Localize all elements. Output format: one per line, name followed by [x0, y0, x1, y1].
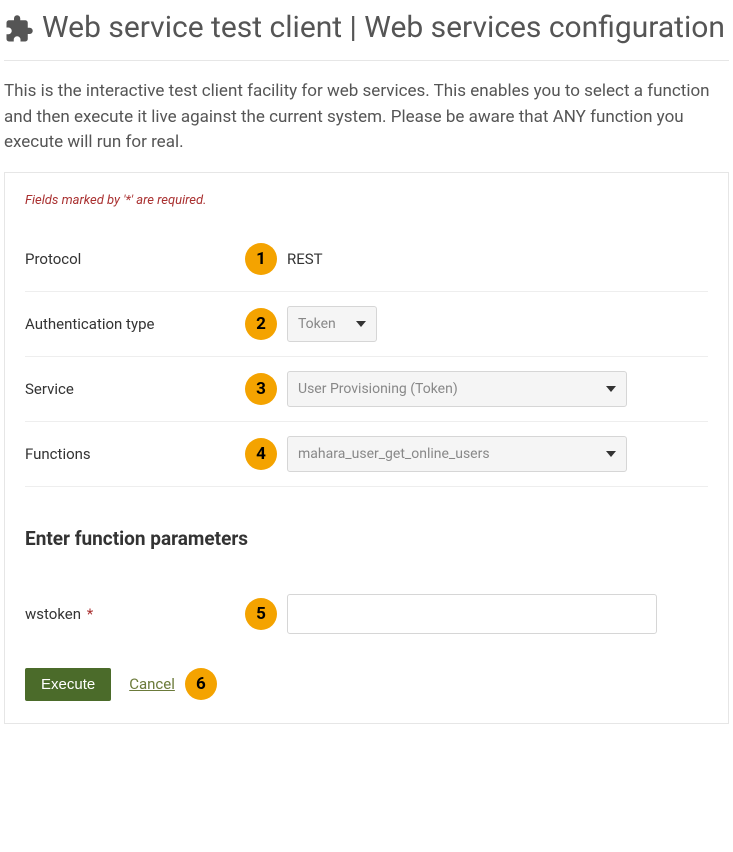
- label-auth-type: Authentication type: [25, 315, 245, 333]
- chevron-down-icon: [356, 321, 366, 327]
- protocol-value: REST: [287, 250, 323, 268]
- cancel-link[interactable]: Cancel: [129, 675, 175, 693]
- chevron-down-icon: [606, 386, 616, 392]
- title-divider: [4, 60, 729, 61]
- label-service: Service: [25, 380, 245, 398]
- step-badge-5: 5: [245, 598, 277, 630]
- functions-selected: mahara_user_get_online_users: [298, 446, 490, 462]
- field-protocol: Protocol 1 REST: [25, 228, 708, 292]
- label-protocol: Protocol: [25, 250, 245, 268]
- form-panel: Fields marked by '*' are required. Proto…: [4, 172, 729, 724]
- label-wstoken: wstoken *: [25, 605, 245, 623]
- required-fields-note: Fields marked by '*' are required.: [25, 193, 708, 208]
- required-marker: *: [87, 605, 93, 623]
- functions-select[interactable]: mahara_user_get_online_users: [287, 436, 627, 472]
- auth-type-select[interactable]: Token: [287, 306, 377, 342]
- wstoken-input[interactable]: [287, 594, 657, 634]
- execute-button[interactable]: Execute: [25, 668, 111, 701]
- step-badge-1: 1: [245, 243, 277, 275]
- form-actions: Execute Cancel 6: [25, 668, 708, 701]
- field-service: Service 3 User Provisioning (Token): [25, 357, 708, 422]
- step-badge-6: 6: [185, 668, 217, 700]
- auth-type-selected: Token: [298, 316, 336, 332]
- field-functions: Functions 4 mahara_user_get_online_users: [25, 422, 708, 487]
- chevron-down-icon: [606, 451, 616, 457]
- label-functions: Functions: [25, 445, 245, 463]
- step-badge-2: 2: [245, 308, 277, 340]
- intro-text: This is the interactive test client faci…: [4, 79, 729, 156]
- step-badge-4: 4: [245, 438, 277, 470]
- page-title: Web service test client | Web services c…: [4, 10, 729, 46]
- page-title-text: Web service test client | Web services c…: [42, 10, 725, 46]
- label-wstoken-text: wstoken: [25, 605, 81, 623]
- field-wstoken: wstoken * 5: [25, 580, 708, 648]
- puzzle-icon: [4, 14, 34, 44]
- service-selected: User Provisioning (Token): [298, 381, 458, 397]
- service-select[interactable]: User Provisioning (Token): [287, 371, 627, 407]
- field-auth-type: Authentication type 2 Token: [25, 292, 708, 357]
- parameters-heading: Enter function parameters: [25, 527, 708, 550]
- step-badge-3: 3: [245, 373, 277, 405]
